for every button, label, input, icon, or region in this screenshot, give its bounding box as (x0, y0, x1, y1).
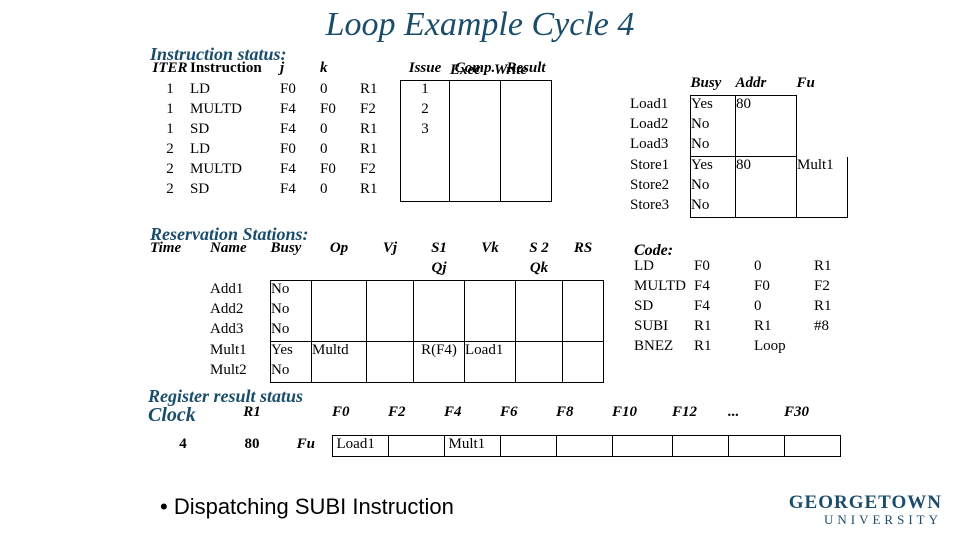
instruction-status-table: ITER Instruction j k Issue Comp. Result … (150, 60, 552, 202)
hdr-comp: Comp. (450, 60, 501, 81)
hdr-fu: Fu (797, 75, 848, 96)
hdr-j: j (280, 60, 320, 81)
table-row: Add2No (150, 301, 604, 321)
slide-title: Loop Example Cycle 4 (0, 0, 960, 44)
hdr-F0: F0 (332, 404, 388, 427)
hdr-F12: F12 (672, 404, 728, 427)
table-row: Load3No (630, 136, 848, 157)
table-row: Mult1YesMultdR(F4)Load1 (150, 342, 604, 363)
table-row: Store1Yes80Mult1 (630, 157, 848, 178)
hdr-result: Result (501, 60, 552, 81)
table-row: 2MULTDF4F0F2 (150, 161, 552, 181)
load-store-table: Busy Addr Fu Load1Yes80 Load2No Load3No … (630, 75, 848, 218)
table-row: Store2No (630, 177, 848, 197)
hdr-issue: Issue (401, 60, 450, 81)
clock-value: 4 (148, 436, 224, 457)
hdr-name: Name (210, 240, 271, 260)
table-row: Add3No (150, 321, 604, 342)
table-row: 2LDF00R1 (150, 141, 552, 161)
r1-value: 80 (224, 436, 286, 457)
hdr-F4: F4 (444, 404, 500, 427)
georgetown-logo: GEORGETOWN UNIVERSITY (789, 493, 942, 526)
fu-label: Fu (286, 436, 332, 457)
table-row: 1SDF40R13 (150, 121, 552, 141)
hdr-op: Op (312, 240, 367, 260)
hdr-iter: ITER (150, 60, 190, 81)
table-row: Load2No (630, 116, 848, 136)
table-row: SUBIR1R1#8 (634, 318, 874, 338)
hdr-r1: R1 (224, 404, 286, 427)
hdr-F2: F2 (388, 404, 444, 427)
hdr-addr: Addr (736, 75, 797, 96)
table-row: 2SDF40R1 (150, 181, 552, 202)
table-row: Load1Yes80 (630, 96, 848, 117)
hdr-qj: Qj (414, 260, 465, 281)
table-row: 1LDF00R11 (150, 81, 552, 102)
hdr-rs: RS (563, 240, 604, 260)
hdr-vk: Vk (465, 240, 516, 260)
table-row: SDF40R1 (634, 298, 874, 318)
hdr-F30: F30 (784, 404, 840, 427)
clock-label: Clock (148, 404, 196, 426)
reservation-stations-table: Time Name Busy Op Vj S1 Vk S 2 RS Qj Qk … (150, 240, 604, 383)
hdr-vj: Vj (367, 240, 414, 260)
hdr-qk: Qk (516, 260, 563, 281)
table-row: 4 80 Fu Load1 Mult1 (148, 436, 840, 457)
hdr-s1: S1 (414, 240, 465, 260)
hdr-busy: Busy (691, 75, 736, 96)
table-row: LDF00R1 (634, 258, 874, 278)
bullet-text: • Dispatching SUBI Instruction (160, 494, 454, 520)
table-row: Add1No (150, 281, 604, 302)
hdr-time: Time (150, 240, 210, 260)
hdr-busy2: Busy (271, 240, 312, 260)
hdr-k: k (320, 60, 360, 81)
table-row: Store3No (630, 197, 848, 218)
hdr-dots: ... (728, 404, 784, 427)
hdr-instruction: Instruction (190, 60, 280, 81)
table-row: 1MULTDF4F0F22 (150, 101, 552, 121)
table-row: MULTDF4F0F2 (634, 278, 874, 298)
hdr-F6: F6 (500, 404, 556, 427)
hdr-s2: S 2 (516, 240, 563, 260)
table-row: BNEZR1Loop (634, 338, 874, 358)
hdr-F8: F8 (556, 404, 612, 427)
hdr-F10: F10 (612, 404, 672, 427)
code-table: LDF00R1 MULTDF4F0F2 SDF40R1 SUBIR1R1#8 B… (634, 258, 874, 358)
register-result-table: Clock R1 F0 F2 F4 F6 F8 F10 F12 ... F30 … (148, 404, 841, 457)
table-row: Mult2No (150, 362, 604, 383)
